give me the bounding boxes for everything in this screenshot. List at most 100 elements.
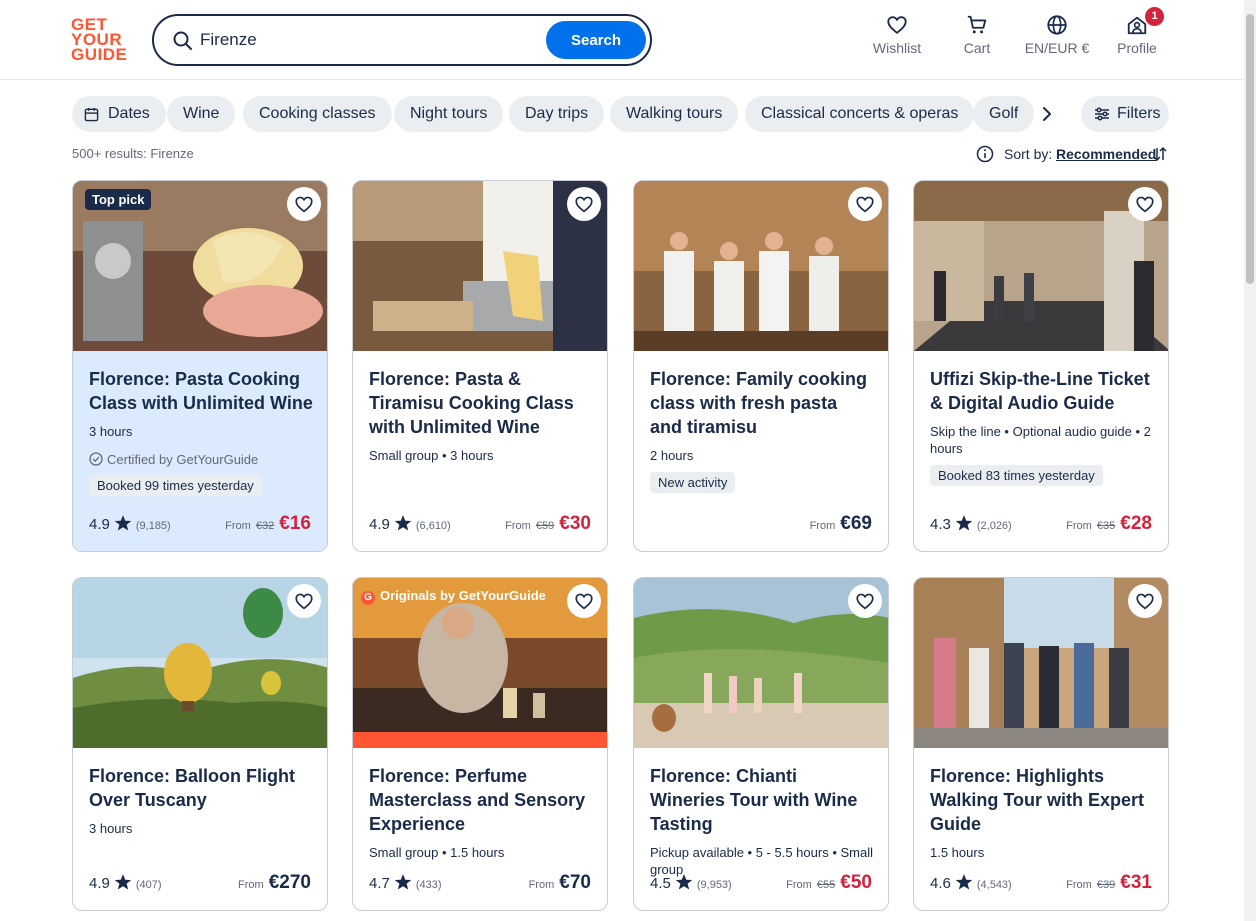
chip-classical-concerts[interactable]: Classical concerts & operas [745,96,975,132]
wishlist-nav[interactable]: Wishlist [872,14,922,64]
wishlist-button[interactable] [287,187,321,221]
notification-badge: 1 [1145,7,1164,26]
review-count: (9,185) [135,520,171,532]
review-count: (433) [415,879,442,891]
wishlist-button[interactable] [1128,187,1162,221]
card-title[interactable]: Florence: Family cooking class with fres… [650,367,874,439]
booked-tag: Booked 99 times yesterday [89,475,262,496]
booked-tag: Booked 83 times yesterday [930,465,1103,486]
search-input[interactable] [200,26,530,54]
chip-dates[interactable]: Dates [72,96,166,132]
review-count: (6,610) [415,520,451,532]
activity-card[interactable]: Florence: Balloon Flight Over Tuscany 3 … [72,577,328,911]
chip-cooking-classes[interactable]: Cooking classes [243,96,392,132]
activity-card[interactable]: Florence: Chianti Wineries Tour with Win… [633,577,889,911]
rating: 4.9 (9,185) [89,514,171,533]
sliders-icon [1095,107,1109,121]
card-meta: 2 hours [650,448,694,463]
certified-label: Certified by GetYourGuide [89,452,313,467]
wishlist-button[interactable] [1128,584,1162,618]
originals-badge: G Originals by GetYourGuide [361,588,546,605]
price: From €55 €50 [786,872,872,894]
rating-value: 4.6 [930,875,951,892]
current-price: €70 [559,872,591,893]
chip-label: Cooking classes [259,105,376,122]
price-from: From [225,520,251,532]
chip-golf[interactable]: Golf [973,96,1035,132]
card-meta: Skip the line • Optional audio guide • 2… [930,424,1151,456]
chip-label: Walking tours [626,105,723,122]
activity-card[interactable]: Uffizi Skip-the-Line Ticket & Digital Au… [913,180,1169,552]
card-title[interactable]: Uffizi Skip-the-Line Ticket & Digital Au… [930,367,1154,415]
profile-nav[interactable]: Profile 1 [1116,7,1164,64]
price: From €69 [810,513,872,535]
card-meta: 3 hours [89,424,133,439]
current-price: €28 [1120,513,1152,534]
chip-label: Golf [989,105,1019,122]
rating: 4.9 (6,610) [369,514,451,533]
language-currency-nav[interactable]: EN/EUR € [1022,14,1092,64]
review-count: (407) [135,879,162,891]
price: From €59 €30 [505,513,591,535]
cart-nav[interactable]: Cart [960,14,994,64]
heart-icon [575,196,593,213]
card-title[interactable]: Florence: Highlights Walking Tour with E… [930,764,1154,836]
price: From €270 [238,872,311,894]
wishlist-button[interactable] [848,187,882,221]
filters-button[interactable]: Filters [1081,96,1169,132]
sort-value[interactable]: Recommended [1056,146,1156,162]
calendar-icon [84,107,99,122]
activity-card[interactable]: Top pick Florence: Pasta Cooking Class w… [72,180,328,552]
price-from: From [1066,520,1092,532]
info-icon[interactable] [976,145,994,163]
rating-value: 4.9 [89,516,110,533]
wishlist-button[interactable] [567,187,601,221]
activity-card[interactable]: Florence: Pasta & Tiramisu Cooking Class… [352,180,608,552]
price-from: From [809,520,836,532]
scrollbar-thumb[interactable] [1246,14,1254,284]
search-button[interactable]: Search [546,21,646,59]
price: From €32 €16 [225,513,311,535]
chip-walking-tours[interactable]: Walking tours [610,96,739,132]
activity-card[interactable]: G Originals by GetYourGuide Florence: Per… [352,577,608,911]
activity-card[interactable]: Florence: Highlights Walking Tour with E… [913,577,1169,911]
sort-arrows-icon[interactable] [1152,145,1168,163]
old-price: €55 [816,879,836,891]
globe-icon [1047,15,1067,35]
price: From €70 [529,872,591,894]
originals-text: Originals by GetYourGuide [380,588,546,603]
wishlist-button[interactable] [287,584,321,618]
heart-icon [856,196,874,213]
activity-card[interactable]: Florence: Family cooking class with fres… [633,180,889,552]
chip-night-tours[interactable]: Night tours [394,96,504,132]
sort-control[interactable]: Sort by: Recommended [976,145,1176,165]
page-scrollbar[interactable] [1244,0,1256,921]
new-activity-tag: New activity [650,472,736,493]
heart-icon [295,593,313,610]
chip-wine[interactable]: Wine [167,96,236,132]
rating-value: 4.5 [650,875,671,892]
card-title[interactable]: Florence: Perfume Masterclass and Sensor… [369,764,593,836]
price: From €35 €28 [1066,513,1152,535]
heart-icon [1136,593,1154,610]
wishlist-button[interactable] [567,584,601,618]
getyourguide-logo[interactable]: GET YOUR GUIDE [71,16,131,63]
review-count: (9,953) [696,879,732,891]
star-icon [114,874,132,890]
chip-label: Wine [183,105,220,122]
chevron-right-icon[interactable] [1036,103,1058,125]
rating: 4.9 (407) [89,873,162,892]
wishlist-button[interactable] [848,584,882,618]
heart-icon [856,593,874,610]
current-price: €69 [840,513,872,534]
old-price: €35 [1096,520,1116,532]
card-title[interactable]: Florence: Balloon Flight Over Tuscany [89,764,313,812]
chip-label: Day trips [525,105,589,122]
chip-day-trips[interactable]: Day trips [509,96,605,132]
heart-icon [1136,196,1154,213]
price-from: From [1066,879,1092,891]
rating-value: 4.7 [369,875,390,892]
card-title[interactable]: Florence: Pasta & Tiramisu Cooking Class… [369,367,593,439]
card-title[interactable]: Florence: Chianti Wineries Tour with Win… [650,764,874,836]
card-title[interactable]: Florence: Pasta Cooking Class with Unlim… [89,367,313,415]
